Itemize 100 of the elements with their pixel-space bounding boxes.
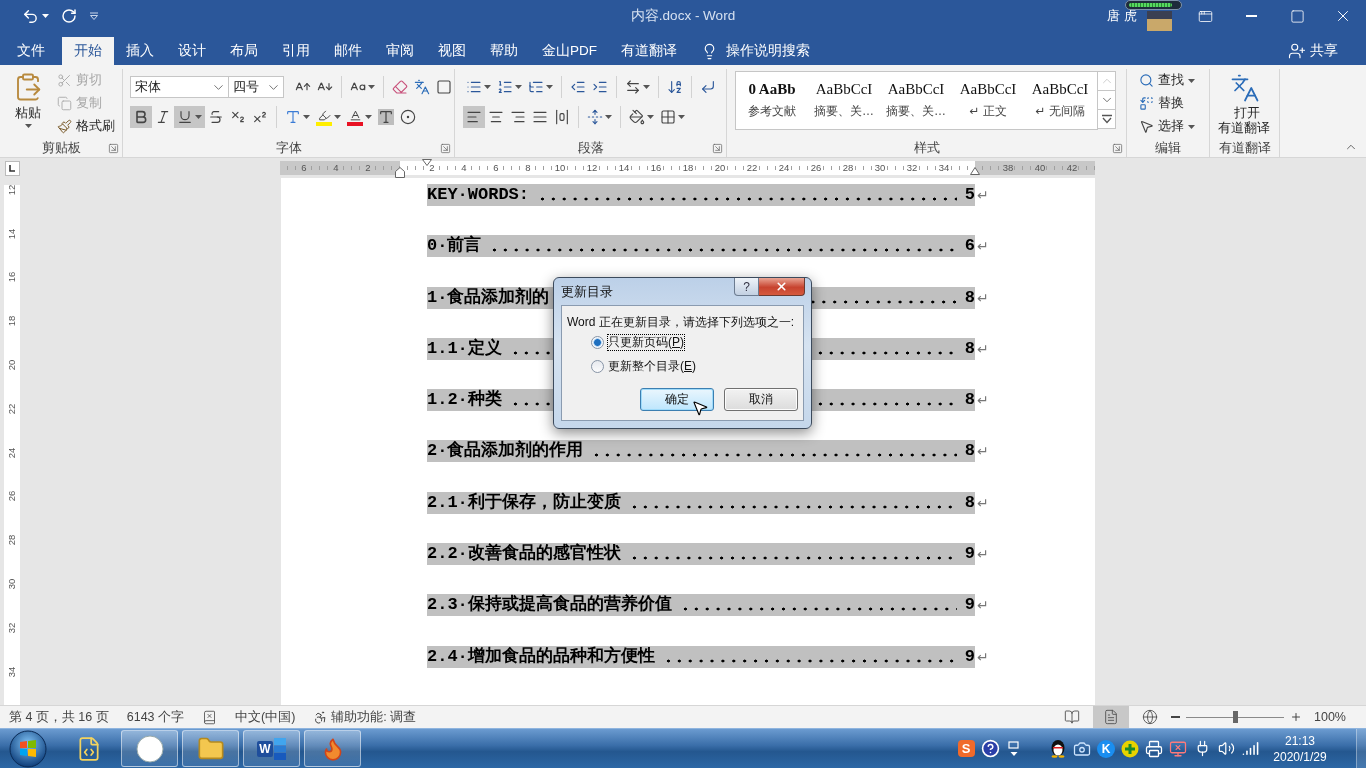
close-button[interactable] — [759, 278, 805, 296]
ruler-number: 34 — [937, 163, 951, 173]
taskbar-button[interactable] — [182, 730, 239, 767]
paste-button[interactable]: 粘贴 — [6, 69, 50, 137]
dialog-launcher[interactable] — [439, 142, 451, 154]
taskbar-button[interactable]: W — [243, 730, 300, 767]
taskbar-button[interactable] — [121, 730, 178, 767]
dialog-launcher[interactable] — [107, 142, 119, 154]
style-item[interactable]: 0 AaBb 参考文献 — [736, 72, 808, 129]
box-between-lines-icon — [554, 109, 570, 125]
gallery-scroll-button[interactable] — [1098, 110, 1116, 129]
line-triangle-icon — [89, 12, 99, 20]
group-label: 有道翻译 — [1218, 139, 1271, 157]
ribbon-tab[interactable]: 布局 — [218, 37, 270, 65]
signal-bars-icon[interactable] — [1241, 740, 1259, 757]
ruler-number: 24 — [7, 447, 17, 458]
find-button[interactable]: 查找 — [1136, 69, 1198, 92]
shaded-letter-t-icon — [378, 109, 394, 125]
help-button[interactable]: ? — [734, 278, 759, 296]
strikethrough-icon — [208, 109, 224, 125]
return-arrow-icon — [700, 79, 716, 95]
ribbon-tab[interactable]: 审阅 — [374, 37, 426, 65]
ruler-number: 26 — [809, 163, 823, 173]
shaded-letter-t-button[interactable] — [375, 106, 397, 128]
style-name: 摘要、关… — [886, 103, 946, 120]
share-button[interactable]: 共享 — [1282, 37, 1344, 65]
select-button[interactable]: 选择 — [1136, 115, 1198, 138]
justify-icon — [532, 109, 548, 125]
page-number: 8 — [964, 440, 975, 463]
style-item[interactable]: AaBbCcI ↵ 正文 — [952, 72, 1024, 129]
ribbon-tab[interactable]: 开始 — [62, 37, 114, 65]
replace-button[interactable]: 替换 — [1136, 92, 1198, 115]
radio-button[interactable] — [591, 359, 604, 373]
penguin-icon[interactable] — [1050, 739, 1066, 758]
circle-dot-icon — [400, 109, 416, 125]
align-left-button[interactable] — [463, 106, 485, 128]
option-label[interactable]: 更新整个目录(E) — [608, 358, 696, 374]
language-glyphs-icon — [1229, 73, 1260, 103]
taskbar-button[interactable] — [304, 730, 361, 767]
tell-me-search[interactable]: 操作说明搜索 — [697, 37, 814, 65]
style-item[interactable]: AaBbCcI 摘要、关… — [808, 72, 880, 129]
font-name-field[interactable]: 宋体 — [130, 76, 229, 98]
book-x-icon[interactable] — [202, 709, 218, 725]
underline-button[interactable] — [174, 106, 205, 128]
ribbon-tab[interactable]: 帮助 — [478, 37, 530, 65]
corner-arrow-icon — [107, 142, 119, 154]
ruler-number: 12 — [585, 163, 599, 173]
dialog-button[interactable]: 取消 — [724, 388, 798, 411]
printer-icon[interactable] — [1145, 739, 1163, 758]
ribbon-tab[interactable]: 文件 — [5, 37, 57, 65]
monitor-x-icon[interactable] — [1169, 739, 1187, 758]
left-right-arrow-icon — [625, 79, 641, 95]
camera-icon[interactable] — [1073, 739, 1091, 758]
help-icon[interactable] — [980, 739, 1000, 758]
dialog-launcher[interactable] — [1111, 142, 1123, 154]
indent-marker-icon[interactable] — [970, 167, 980, 175]
minimize-icon — [1245, 15, 1257, 17]
ribbon-tab[interactable]: 邮件 — [322, 37, 374, 65]
group-label: 样式 — [913, 139, 940, 157]
view-button[interactable] — [1093, 706, 1129, 728]
user-name: 唐 虎 — [1107, 7, 1137, 25]
eraser-icon — [392, 79, 408, 95]
plus-icon[interactable] — [1290, 711, 1302, 723]
style-name: 摘要、关… — [814, 103, 874, 120]
ribbon-tab[interactable]: 插入 — [114, 37, 166, 65]
paintbrush-button[interactable]: 格式刷 — [54, 115, 118, 138]
bold-button[interactable] — [130, 106, 152, 128]
radio-button[interactable] — [591, 335, 604, 349]
tab-selector-icon[interactable] — [5, 160, 20, 176]
style-item[interactable]: AaBbCcI 摘要、关… — [880, 72, 952, 129]
paintbrush-icon — [57, 119, 72, 134]
ribbon-tab[interactable]: 设计 — [166, 37, 218, 65]
start-button[interactable] — [8, 729, 48, 768]
ribbon-tab[interactable]: 金山PDF — [530, 37, 609, 65]
translate-button[interactable]: 打开有道翻译 — [1215, 69, 1274, 139]
ribbon-tab[interactable]: 引用 — [270, 37, 322, 65]
slider-thumb[interactable] — [1233, 711, 1238, 723]
ruler-number: 42 — [1065, 163, 1079, 173]
scissors-icon — [57, 73, 72, 88]
accessibility-icon[interactable] — [313, 709, 329, 725]
ribbon-tab[interactable]: 视图 — [426, 37, 478, 65]
indent-marker-icon[interactable] — [395, 167, 405, 178]
toc-title: 0·前言 — [427, 235, 482, 258]
outdent-icon — [570, 79, 586, 95]
mouse-pointer-icon — [691, 399, 709, 417]
ribbon-tab[interactable]: 有道翻译 — [609, 37, 689, 65]
plus-circle-icon[interactable] — [1121, 739, 1139, 758]
ruler-number: 16 — [649, 163, 663, 173]
show-desktop-button[interactable] — [1356, 729, 1366, 768]
option-label[interactable]: 只更新页码(P) — [608, 334, 684, 350]
dialog-launcher[interactable] — [711, 142, 723, 154]
letter-a-underline-icon — [347, 108, 363, 126]
window-triangle-icon[interactable] — [1008, 740, 1020, 757]
font-size-field[interactable]: 四号 — [229, 76, 284, 98]
letter-t-icon — [285, 109, 301, 125]
paragraph-mark: ↵ — [977, 494, 989, 511]
dialog-button[interactable]: 确定 — [640, 388, 714, 411]
speaker-icon[interactable] — [1217, 740, 1235, 757]
style-item[interactable]: AaBbCcI ↵ 无间隔 — [1024, 72, 1096, 129]
toc-title: 2.1·利于保存，防止变质 — [427, 491, 621, 514]
